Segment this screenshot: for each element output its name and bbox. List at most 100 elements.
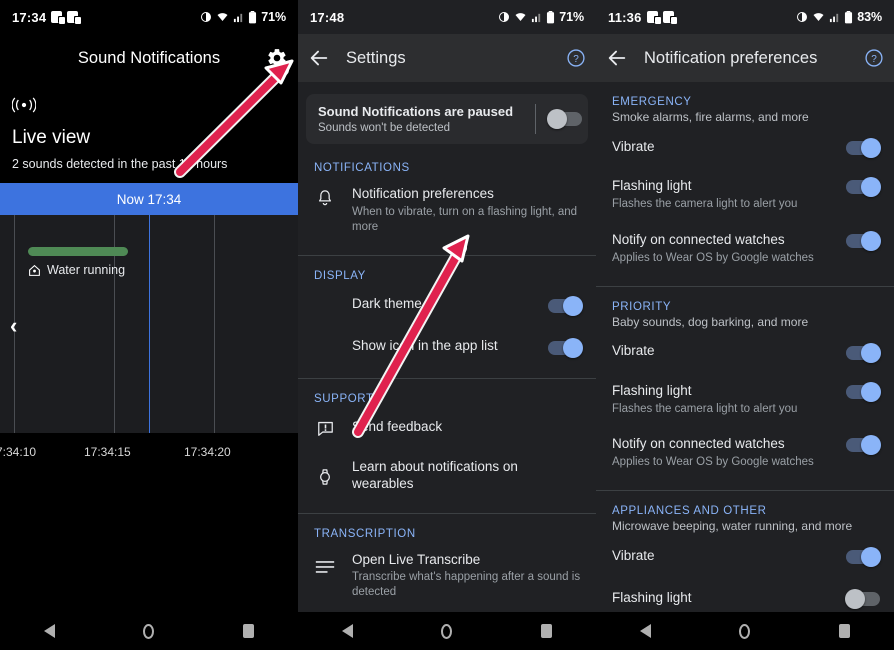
arrow-left-icon[interactable] [308,47,330,69]
paused-card[interactable]: Sound Notifications are paused Sounds wo… [306,94,588,144]
dnd-icon [796,11,808,23]
toggle-knob [563,296,583,316]
sound-timeline[interactable]: Water running ‹ [0,215,298,433]
svg-text:?: ? [871,54,877,65]
section-header-notifications: NOTIFICATIONS [298,148,596,176]
home-circle-icon[interactable] [143,624,154,639]
paused-toggle[interactable] [548,112,582,126]
emergency-watches-row[interactable]: Notify on connected watches Applies to W… [596,222,894,276]
section-header-display: DISPLAY [298,256,596,284]
timeline-axis: 7:34:10 17:34:15 17:34:20 [0,433,298,473]
dark-theme-row[interactable]: Dark theme [298,284,596,326]
help-circle-icon[interactable]: ? [566,48,586,68]
row-body: Flashing light Flashes the camera light … [610,383,836,417]
battery-percent: 71% [559,10,584,24]
live-view-card[interactable]: Live view 2 sounds detected in the past … [0,82,298,183]
row-title: Learn about notifications on wearables [352,459,582,493]
now-time-bar: Now 17:34 [0,183,298,215]
learn-wearables-row[interactable]: Learn about notifications on wearables [298,449,596,503]
toggle-knob [861,138,881,158]
battery-icon [546,11,555,24]
toggle-knob [861,231,881,251]
status-app-icon [647,11,658,23]
appliances-vibrate-toggle[interactable] [846,550,880,564]
priority-flashing-light-toggle[interactable] [846,385,880,399]
back-triangle-icon[interactable] [342,624,353,638]
app-bar-panel2: Settings ? [298,34,596,82]
navigation-bar-panel2 [298,612,596,650]
notification-preferences-row[interactable]: Notification preferences When to vibrate… [298,176,596,245]
emergency-vibrate-toggle[interactable] [846,141,880,155]
row-trailing [846,590,880,606]
emergency-watches-toggle[interactable] [846,234,880,248]
row-body: Show icon in the app list [352,338,538,355]
show-icon-toggle[interactable] [548,341,582,355]
dark-theme-toggle[interactable] [548,299,582,313]
panel-settings: 17:48 71% [298,0,596,650]
status-app-icon [67,11,78,23]
toggle-knob [861,435,881,455]
dnd-icon [498,11,510,23]
row-title: Open Live Transcribe [352,552,582,569]
app-bar-panel1: Sound Notifications [0,34,298,82]
emergency-flashing-light-row[interactable]: Flashing light Flashes the camera light … [596,168,894,222]
row-title: Flashing light [612,178,836,195]
priority-flashing-light-row[interactable]: Flashing light Flashes the camera light … [596,373,894,427]
emergency-vibrate-row[interactable]: Vibrate [596,126,894,168]
send-feedback-row[interactable]: Send feedback [298,407,596,449]
paused-card-title: Sound Notifications are paused [318,104,531,119]
back-triangle-icon[interactable] [640,624,651,638]
open-live-transcribe-row[interactable]: Open Live Transcribe Transcribe what's h… [298,542,596,611]
row-subtitle: Transcribe what's happening after a soun… [352,570,582,600]
row-subtitle: When to vibrate, turn on a flashing ligh… [352,205,582,235]
page-title: Notification preferences [644,49,817,68]
arrow-left-icon[interactable] [606,47,628,69]
battery-percent: 83% [857,10,882,24]
status-time: 17:34 [12,10,46,25]
row-trailing [846,344,880,360]
status-bar-left: 17:34 [12,10,78,25]
row-trailing [548,297,582,313]
timeline-event-label: Water running [28,263,125,277]
signal-icon [829,12,840,23]
broadcast-icon [12,96,286,119]
navigation-bar-panel3 [596,612,894,650]
preferences-content: EMERGENCY Smoke alarms, fire alarms, and… [596,82,894,650]
gear-icon[interactable] [266,47,288,69]
recents-square-icon[interactable] [839,624,850,638]
axis-tick-label: 17:34:15 [84,445,131,459]
status-bar-left: 17:48 [310,10,344,25]
app-bar-panel3: Notification preferences ? [596,34,894,82]
row-subtitle: Flashes the camera light to alert you [612,402,836,417]
live-view-title: Live view [12,127,286,149]
timeline-event-bar[interactable] [28,247,128,256]
show-icon-app-list-row[interactable]: Show icon in the app list [298,326,596,368]
row-body: Vibrate [610,139,836,156]
emergency-flashing-light-toggle[interactable] [846,180,880,194]
row-title: Vibrate [612,343,836,360]
status-bar-right: 71% [200,10,286,24]
section-header-priority: PRIORITY [596,287,894,315]
battery-percent: 71% [261,10,286,24]
appliances-vibrate-row[interactable]: Vibrate [596,535,894,577]
timeline-prev-chevron[interactable]: ‹ [10,315,17,337]
row-trailing [846,383,880,399]
row-body: Vibrate [610,343,836,360]
help-circle-icon[interactable]: ? [864,48,884,68]
appliances-flashing-light-toggle[interactable] [846,592,880,606]
priority-watches-row[interactable]: Notify on connected watches Applies to W… [596,426,894,480]
row-body: Vibrate [610,548,836,565]
row-body: Notification preferences When to vibrate… [352,186,582,235]
home-circle-icon[interactable] [739,624,750,639]
panel-notification-preferences: 11:36 [596,0,894,650]
recents-square-icon[interactable] [541,624,552,638]
row-title: Show icon in the app list [352,338,538,355]
back-triangle-icon[interactable] [44,624,55,638]
priority-vibrate-row[interactable]: Vibrate [596,331,894,373]
row-subtitle: Applies to Wear OS by Google watches [612,251,836,266]
navigation-bar-panel1 [0,612,298,650]
recents-square-icon[interactable] [243,624,254,638]
priority-watches-toggle[interactable] [846,438,880,452]
priority-vibrate-toggle[interactable] [846,346,880,360]
home-circle-icon[interactable] [441,624,452,639]
